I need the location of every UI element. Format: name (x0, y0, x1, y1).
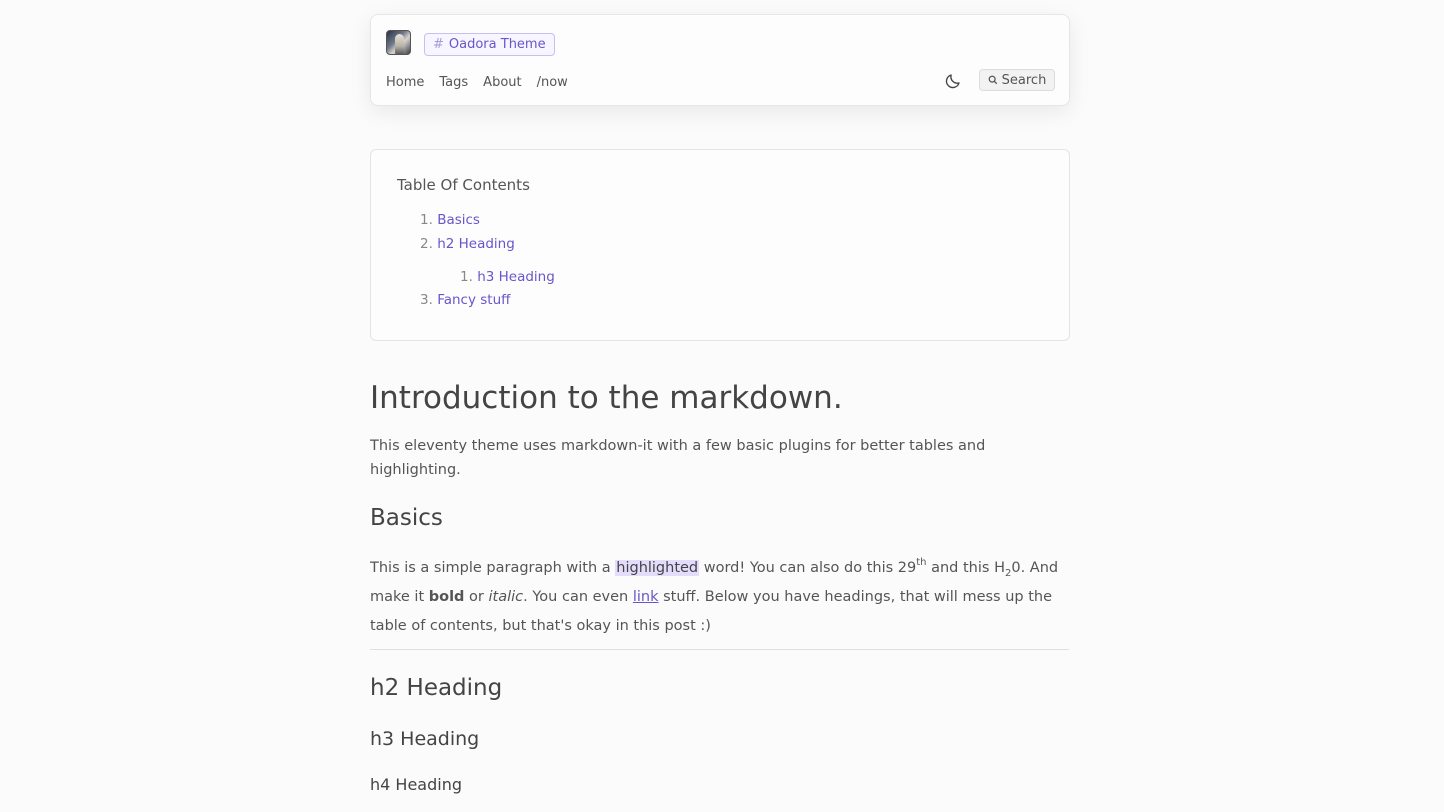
nav-about[interactable]: About (483, 75, 521, 90)
hash-icon: # (433, 37, 444, 52)
basics-text: . You can even (523, 589, 633, 605)
toc-item-number: 2. (420, 236, 433, 252)
toc-link-h3-heading[interactable]: h3 Heading (477, 269, 555, 285)
toc-item: 3. Fancy stuff (420, 292, 510, 308)
highlighted-word: highlighted (615, 560, 700, 576)
search-icon (988, 75, 997, 85)
toc-link-h2-heading[interactable]: h2 Heading (437, 236, 515, 252)
basics-text: and this H (926, 560, 1005, 576)
avatar-figure (395, 34, 404, 54)
toc-item: 1. h3 Heading (460, 269, 555, 285)
superscript: th (916, 557, 927, 568)
article-title: Introduction to the markdown. (370, 380, 843, 416)
nav-now[interactable]: /now (537, 75, 568, 90)
table-of-contents: Table Of Contents 1. Basics 2. h2 Headin… (370, 149, 1070, 341)
toc-item: 2. h2 Heading (420, 236, 515, 252)
toc-item-number: 1. (460, 269, 473, 285)
bold-text: bold (428, 589, 465, 605)
toc-item: 1. Basics (420, 212, 480, 228)
italic-text: italic (488, 589, 524, 605)
h4-heading: h4 Heading (370, 775, 462, 794)
brand-label: Oadora Theme (448, 37, 546, 52)
h3-heading: h3 Heading (370, 728, 480, 750)
basics-heading: Basics (370, 505, 443, 531)
h2-heading: h2 Heading (370, 675, 503, 701)
basics-text: This is a simple paragraph with a (370, 560, 616, 576)
toc-title: Table Of Contents (397, 176, 530, 194)
main-nav: Home Tags About /now (386, 75, 583, 90)
search-label: Search (1001, 72, 1047, 88)
toc-item-number: 1. (420, 212, 433, 228)
toc-link-fancy-stuff[interactable]: Fancy stuff (437, 292, 510, 308)
site-header: # Oadora Theme Home Tags About /now Sear… (370, 14, 1070, 106)
nav-home[interactable]: Home (386, 75, 424, 90)
divider (370, 649, 1069, 650)
nav-tags[interactable]: Tags (439, 75, 468, 90)
moon-icon[interactable] (944, 72, 962, 90)
basics-text: word! You can also do this 29 (699, 560, 917, 576)
search-button[interactable]: Search (979, 69, 1055, 91)
intro-paragraph: This eleventy theme uses markdown-it wit… (370, 438, 986, 478)
toc-item-number: 3. (420, 292, 433, 308)
inline-link[interactable]: link (633, 589, 659, 605)
toc-link-basics[interactable]: Basics (437, 212, 480, 228)
basics-text: or (464, 589, 489, 605)
avatar[interactable] (386, 30, 411, 55)
basics-paragraph: This is a simple paragraph with a highli… (370, 554, 1060, 641)
brand-link[interactable]: # Oadora Theme (424, 33, 555, 56)
